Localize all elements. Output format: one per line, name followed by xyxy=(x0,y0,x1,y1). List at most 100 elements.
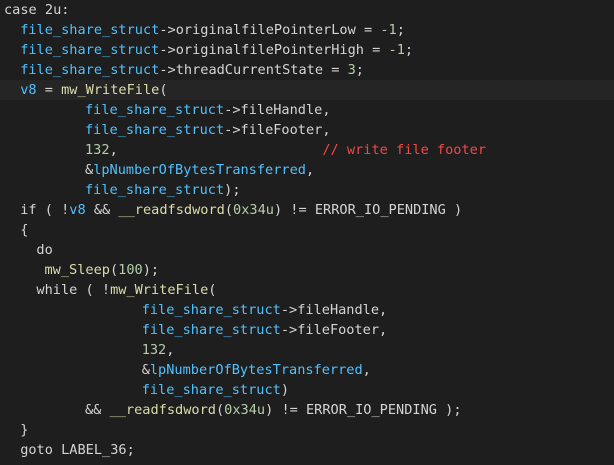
pseudocode-view[interactable]: case 2u: file_share_struct->originalfileP… xyxy=(0,0,614,465)
code-line[interactable]: file_share_struct->originalfilePointerHi… xyxy=(0,40,614,60)
code-token-variable: file_share_struct xyxy=(85,122,225,138)
code-line[interactable]: mw_Sleep(100); xyxy=(0,260,614,280)
code-token-plain: ; xyxy=(396,22,405,38)
code-token-variable: lpNumberOfBytesTransferred xyxy=(93,162,306,178)
code-token-plain: = xyxy=(363,42,389,58)
code-token-field: fileHandle xyxy=(240,102,323,118)
code-line[interactable]: file_share_struct->fileFooter, xyxy=(0,120,614,140)
code-token-plain: ( xyxy=(224,202,234,218)
code-line[interactable]: file_share_struct->fileHandle, xyxy=(0,300,614,320)
code-token-plain: -> xyxy=(159,22,176,38)
code-token-function: mw_WriteFile xyxy=(110,282,209,298)
code-token-variable: file_share_struct xyxy=(85,102,225,118)
code-token-plain: ; xyxy=(126,442,135,458)
code-token-constant: ERROR_IO_PENDING xyxy=(314,202,446,218)
code-token-variable: file_share_struct xyxy=(20,62,160,78)
code-token-plain: ) != xyxy=(273,202,315,218)
code-token-plain: ); xyxy=(224,182,241,198)
code-token-function: mw_WriteFile xyxy=(61,82,160,98)
code-line[interactable]: goto LABEL_36; xyxy=(0,440,614,460)
code-token-keyword: while ( ! xyxy=(36,282,111,298)
code-token-plain: , xyxy=(322,122,331,138)
code-token-keyword: if ( ! xyxy=(20,202,70,218)
code-token-variable: file_share_struct xyxy=(85,182,225,198)
code-line[interactable]: 132, // write file footer xyxy=(0,140,614,160)
code-token-plain: ) xyxy=(280,382,290,398)
code-token-plain: ( xyxy=(159,82,168,98)
code-token-variable: file_share_struct xyxy=(141,322,281,338)
code-token-plain: & xyxy=(141,362,150,378)
code-token-plain: ); xyxy=(142,262,160,278)
code-token-field: fileFooter xyxy=(240,122,323,138)
code-line[interactable]: &lpNumberOfBytesTransferred, xyxy=(0,360,614,380)
code-token-number: -1 xyxy=(380,22,397,38)
code-token-plain: & xyxy=(85,162,94,178)
code-token-plain: = xyxy=(323,62,348,78)
code-line[interactable]: file_share_struct) xyxy=(0,380,614,400)
code-token-plain: ); xyxy=(436,402,462,418)
code-token-macro: __readfsdword xyxy=(118,202,225,218)
code-token-variable: file_share_struct xyxy=(20,42,160,58)
code-token-variable: v8 xyxy=(69,202,86,218)
code-token-plain: , xyxy=(379,322,388,338)
code-line[interactable]: file_share_struct->fileFooter, xyxy=(0,320,614,340)
code-token-macro: __readfsdword xyxy=(109,402,216,418)
code-token-plain: -> xyxy=(159,42,176,58)
code-line[interactable]: && __readfsdword(0x34u) != ERROR_IO_PEND… xyxy=(0,400,614,420)
code-token-plain: { xyxy=(20,222,29,238)
code-token-comment: // write file footer xyxy=(322,142,487,158)
code-token-plain: ; xyxy=(355,62,364,78)
code-token-plain: , xyxy=(362,362,371,378)
code-token-plain: -> xyxy=(280,322,298,338)
code-token-plain: , xyxy=(166,342,175,358)
code-line[interactable]: &lpNumberOfBytesTransferred, xyxy=(0,160,614,180)
code-token-variable: file_share_struct xyxy=(141,382,281,398)
code-token-plain: ( xyxy=(208,282,217,298)
code-token-number: -1 xyxy=(388,42,405,58)
code-token-plain: -> xyxy=(159,62,176,78)
code-line[interactable]: do xyxy=(0,240,614,260)
code-token-keyword: goto xyxy=(20,442,62,458)
code-line[interactable]: 132, xyxy=(0,340,614,360)
code-line[interactable]: file_share_struct); xyxy=(0,180,614,200)
code-token-plain: ) != xyxy=(265,402,306,418)
code-token-field: originalfilePointerHigh xyxy=(175,42,364,58)
code-line[interactable]: { xyxy=(0,220,614,240)
code-token-function: mw_Sleep xyxy=(44,262,110,278)
code-token-plain: ) xyxy=(445,202,463,218)
code-token-number: 132 xyxy=(141,342,167,358)
code-token-keyword: do xyxy=(36,242,53,258)
code-token-plain: -> xyxy=(224,102,241,118)
code-token-plain: -> xyxy=(280,302,298,318)
code-line[interactable]: while ( !mw_WriteFile( xyxy=(0,280,614,300)
code-line[interactable]: if ( !v8 && __readfsdword(0x34u) != ERRO… xyxy=(0,200,614,220)
code-token-plain: ; xyxy=(404,42,414,58)
code-token-field: threadCurrentState xyxy=(175,62,324,78)
code-token-plain: ( xyxy=(109,262,119,278)
code-token-field: fileFooter xyxy=(297,322,380,338)
code-token-keyword: case 2u: xyxy=(4,2,70,18)
code-token-plain: , xyxy=(379,302,388,318)
code-line[interactable]: } xyxy=(0,420,614,440)
code-line-current[interactable]: v8 = mw_WriteFile( xyxy=(0,80,614,100)
code-token-field: originalfilePointerLow xyxy=(175,22,356,38)
code-token-plain: } xyxy=(20,422,29,438)
code-token-plain: = xyxy=(36,82,62,98)
code-token-number: 100 xyxy=(118,262,143,278)
code-token-plain: = xyxy=(355,22,381,38)
code-token-variable: lpNumberOfBytesTransferred xyxy=(149,362,363,378)
code-line[interactable]: file_share_struct->threadCurrentState = … xyxy=(0,60,614,80)
code-token-variable: file_share_struct xyxy=(20,22,160,38)
code-token-number: 3 xyxy=(347,62,356,78)
code-token-plain: && xyxy=(85,402,110,418)
code-token-number: 0x34u xyxy=(224,402,266,418)
code-token-plain: && xyxy=(85,202,119,218)
code-token-plain: , xyxy=(305,162,315,178)
code-token-plain: LABEL_36 xyxy=(61,442,127,458)
code-token-plain: , xyxy=(109,142,118,158)
code-line[interactable]: case 2u: xyxy=(0,0,614,20)
code-line[interactable]: file_share_struct->fileHandle, xyxy=(0,100,614,120)
code-token-constant: ERROR_IO_PENDING xyxy=(306,402,437,418)
code-line[interactable]: file_share_struct->originalfilePointerLo… xyxy=(0,20,614,40)
